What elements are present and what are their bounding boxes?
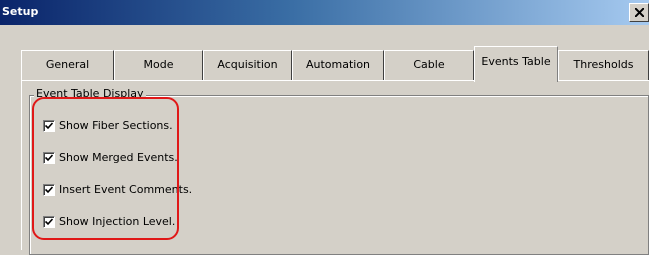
tab-thresholds[interactable]: Thresholds <box>558 50 649 80</box>
checkbox-label: Show Merged Events. <box>59 151 178 164</box>
checkbox-label: Show Fiber Sections. <box>59 119 173 132</box>
checkmark-icon <box>45 218 53 226</box>
checkbox-label: Insert Event Comments. <box>59 183 193 196</box>
tab-general[interactable]: General <box>21 50 114 80</box>
checkbox-box[interactable] <box>43 152 55 164</box>
tab-acquisition[interactable]: Acquisition <box>203 50 292 80</box>
title-bar: Setup <box>0 0 649 25</box>
checkbox-box[interactable] <box>43 184 55 196</box>
close-icon <box>635 8 644 17</box>
checkbox-box[interactable] <box>43 120 55 132</box>
tab-events-table[interactable]: Events Table <box>474 46 558 82</box>
tab-cable[interactable]: Cable <box>384 50 474 80</box>
checkbox-box[interactable] <box>43 216 55 228</box>
checkmark-icon <box>45 186 53 194</box>
tab-mode[interactable]: Mode <box>114 50 203 80</box>
close-button[interactable] <box>629 3 649 22</box>
window-title: Setup <box>2 5 39 18</box>
tab-automation[interactable]: Automation <box>292 50 384 80</box>
group-label: Event Table Display <box>34 87 146 100</box>
checkmark-icon <box>45 154 53 162</box>
checkbox-label: Show Injection Level. <box>59 215 176 228</box>
checkmark-icon <box>45 122 53 130</box>
